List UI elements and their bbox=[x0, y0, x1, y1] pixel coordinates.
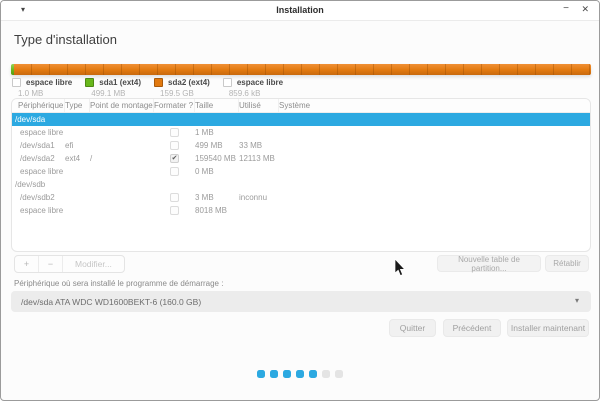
format-checkbox[interactable] bbox=[170, 167, 179, 176]
minimize-icon[interactable]: − bbox=[563, 3, 569, 14]
chevron-down-icon: ▾ bbox=[575, 296, 579, 305]
device-cell: /dev/sdb2 bbox=[12, 193, 65, 202]
format-checkbox[interactable] bbox=[170, 141, 179, 150]
progress-dot bbox=[270, 370, 278, 378]
legend-item: sda2 (ext4) 159.5 GB bbox=[154, 78, 210, 98]
size-cell: 159540 MB bbox=[195, 154, 239, 163]
device-cell: espace libre bbox=[12, 128, 65, 137]
mouse-cursor bbox=[394, 259, 406, 277]
bar-segment-sda2 bbox=[14, 64, 591, 75]
bootloader-device-value: /dev/sda ATA WDC WD1600BEKT-6 (160.0 GB) bbox=[11, 297, 201, 307]
device-cell: /dev/sdb bbox=[12, 180, 65, 189]
column-header: Système bbox=[279, 99, 590, 112]
install-now-button[interactable]: Installer maintenant bbox=[507, 319, 589, 337]
legend-label: sda2 (ext4) bbox=[168, 78, 210, 87]
device-cell: espace libre bbox=[12, 167, 65, 176]
legend-label: sda1 (ext4) bbox=[99, 78, 141, 87]
device-cell: espace libre bbox=[12, 206, 65, 215]
column-header: Périphérique bbox=[12, 99, 65, 112]
format-checkbox[interactable]: ✔ bbox=[170, 154, 179, 163]
legend-size: 1.0 MB bbox=[18, 89, 72, 98]
new-partition-table-button[interactable]: Nouvelle table de partition... bbox=[437, 255, 541, 272]
window-title: Installation bbox=[1, 5, 599, 15]
device-cell: /dev/sda bbox=[12, 115, 65, 124]
mount-cell: / bbox=[90, 154, 154, 163]
format-checkbox-cell bbox=[154, 141, 195, 150]
format-checkbox[interactable] bbox=[170, 193, 179, 202]
format-checkbox-cell bbox=[154, 193, 195, 202]
type-cell: efi bbox=[65, 141, 90, 150]
edit-partition-button[interactable]: Modifier... bbox=[63, 256, 124, 272]
size-cell: 499 MB bbox=[195, 141, 239, 150]
legend-item: sda1 (ext4) 499.1 MB bbox=[85, 78, 141, 98]
legend-label: espace libre bbox=[26, 78, 72, 87]
used-cell: 12113 MB bbox=[239, 154, 279, 163]
used-cell: 33 MB bbox=[239, 141, 279, 150]
page-title: Type d'installation bbox=[14, 32, 117, 47]
legend-color-swatch bbox=[154, 78, 163, 87]
size-cell: 0 MB bbox=[195, 167, 239, 176]
progress-dot bbox=[322, 370, 330, 378]
titlebar: ▾ Installation − ✕ bbox=[1, 1, 599, 21]
progress-dot bbox=[296, 370, 304, 378]
legend-size: 159.5 GB bbox=[160, 89, 210, 98]
table-row[interactable]: espace libre 1 MB bbox=[12, 126, 590, 139]
partition-usage-bar bbox=[11, 64, 591, 75]
progress-dot bbox=[283, 370, 291, 378]
revert-button[interactable]: Rétablir bbox=[545, 255, 589, 272]
remove-partition-button[interactable]: − bbox=[39, 256, 63, 272]
progress-dot bbox=[309, 370, 317, 378]
column-header: Type bbox=[65, 99, 90, 112]
bootloader-device-label: Périphérique où sera installé le program… bbox=[14, 279, 223, 288]
table-row[interactable]: /dev/sdb bbox=[12, 178, 590, 191]
table-row[interactable]: /dev/sda2ext4/ ✔ 159540 MB12113 MB bbox=[12, 152, 590, 165]
add-partition-button[interactable]: + bbox=[15, 256, 39, 272]
installer-window: ▾ Installation − ✕ Type d'installation e… bbox=[0, 0, 600, 401]
close-icon[interactable]: ✕ bbox=[581, 4, 589, 15]
size-cell: 8018 MB bbox=[195, 206, 239, 215]
format-checkbox-cell bbox=[154, 206, 195, 215]
column-header: Utilisé bbox=[239, 99, 279, 112]
legend-color-swatch bbox=[223, 78, 232, 87]
device-cell: /dev/sda1 bbox=[12, 141, 65, 150]
table-row[interactable]: espace libre 0 MB bbox=[12, 165, 590, 178]
size-cell: 1 MB bbox=[195, 128, 239, 137]
partition-table: PériphériqueTypePoint de montageFormater… bbox=[11, 98, 591, 252]
type-cell: ext4 bbox=[65, 154, 90, 163]
partition-legend: espace libre1.0 MBsda1 (ext4)499.1 MBsda… bbox=[12, 78, 296, 98]
format-checkbox-cell bbox=[154, 167, 195, 176]
legend-size: 499.1 MB bbox=[91, 89, 141, 98]
back-button[interactable]: Précédent bbox=[443, 319, 501, 337]
table-row[interactable]: /dev/sda bbox=[12, 113, 590, 126]
legend-label: espace libre bbox=[237, 78, 283, 87]
column-header: Taille bbox=[195, 99, 239, 112]
progress-dots bbox=[1, 370, 599, 378]
table-header-row: PériphériqueTypePoint de montageFormater… bbox=[12, 99, 590, 113]
column-header: Formater ? bbox=[154, 99, 195, 112]
used-cell: inconnu bbox=[239, 193, 279, 202]
bootloader-device-select[interactable]: /dev/sda ATA WDC WD1600BEKT-6 (160.0 GB)… bbox=[11, 291, 591, 312]
progress-dot bbox=[257, 370, 265, 378]
table-row[interactable]: /dev/sda1efi 499 MB33 MB bbox=[12, 139, 590, 152]
quit-button[interactable]: Quitter bbox=[389, 319, 436, 337]
size-cell: 3 MB bbox=[195, 193, 239, 202]
format-checkbox-cell: ✔ bbox=[154, 154, 195, 163]
progress-dot bbox=[335, 370, 343, 378]
legend-size: 859.6 kB bbox=[229, 89, 283, 98]
legend-item: espace libre 1.0 MB bbox=[12, 78, 72, 98]
legend-color-swatch bbox=[12, 78, 21, 87]
format-checkbox-cell bbox=[154, 128, 195, 137]
column-header: Point de montage bbox=[90, 99, 154, 112]
format-checkbox[interactable] bbox=[170, 128, 179, 137]
table-row[interactable]: /dev/sdb2 3 MBinconnu bbox=[12, 191, 590, 204]
device-cell: /dev/sda2 bbox=[12, 154, 65, 163]
legend-color-swatch bbox=[85, 78, 94, 87]
partition-edit-toolbar: + − Modifier... bbox=[14, 255, 125, 273]
legend-item: espace libre 859.6 kB bbox=[223, 78, 283, 98]
table-row[interactable]: espace libre 8018 MB bbox=[12, 204, 590, 217]
format-checkbox[interactable] bbox=[170, 206, 179, 215]
